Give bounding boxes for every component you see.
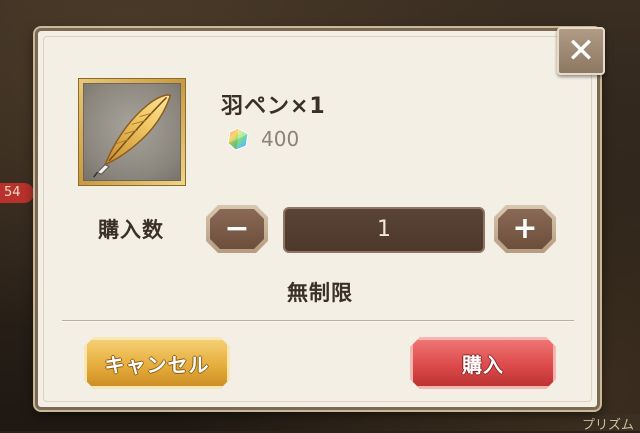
quantity-value[interactable]: 1 bbox=[283, 207, 485, 253]
buy-button[interactable]: 購入 bbox=[410, 337, 556, 389]
close-button[interactable]: ✕ bbox=[557, 27, 605, 75]
cancel-button[interactable]: キャンセル bbox=[84, 337, 230, 389]
prism-gem-icon bbox=[227, 127, 249, 151]
decrease-quantity-button[interactable]: − bbox=[206, 205, 268, 253]
item-price: 400 bbox=[261, 127, 300, 151]
quantity-label: 購入数 bbox=[98, 218, 164, 242]
quill-pen-icon bbox=[93, 94, 172, 178]
item-icon-frame bbox=[78, 78, 186, 186]
price-row: 400 bbox=[225, 125, 299, 153]
increase-quantity-button[interactable]: + bbox=[494, 205, 556, 253]
minus-icon: − bbox=[210, 209, 264, 249]
purchase-limit-text: 無制限 bbox=[287, 281, 353, 305]
close-icon: ✕ bbox=[566, 31, 596, 71]
item-name: 羽ペン×1 bbox=[221, 94, 326, 119]
plus-icon: + bbox=[498, 209, 552, 249]
background-label-fragment: プリズム bbox=[540, 414, 640, 433]
divider bbox=[62, 320, 574, 322]
background-count-badge: 54 bbox=[0, 183, 34, 203]
